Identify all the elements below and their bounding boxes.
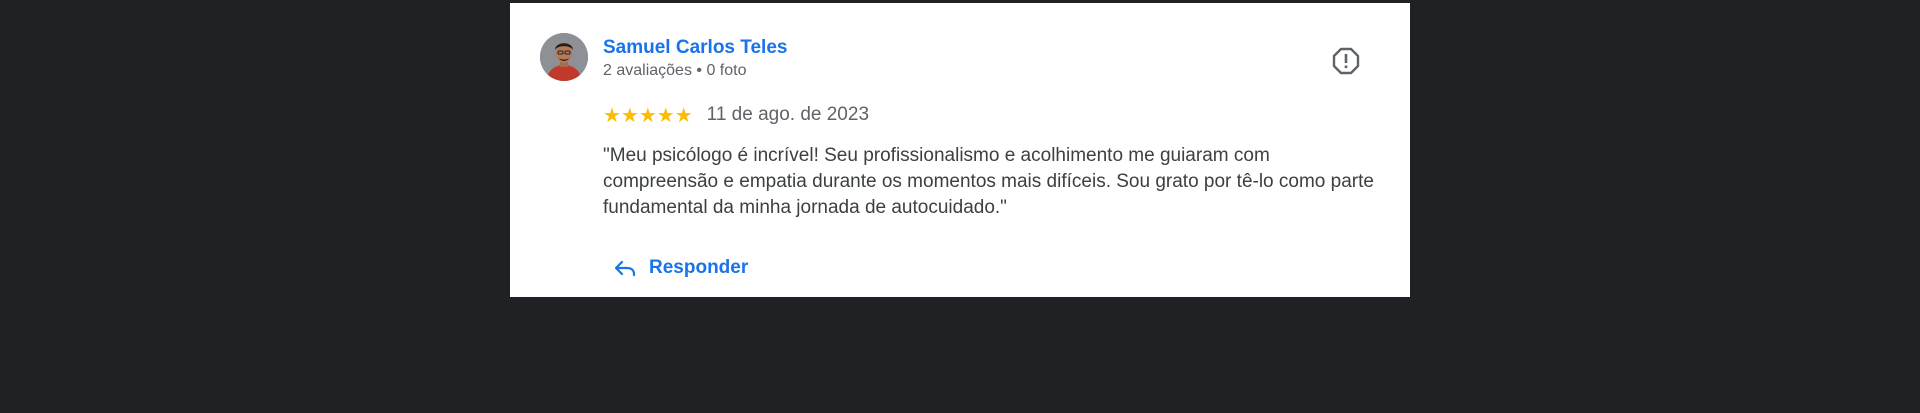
review-text: "Meu psicólogo é incrível! Seu profissio… [603,145,1374,218]
reviewer-name[interactable]: Samuel Carlos Teles [603,37,787,59]
reply-label: Responder [649,257,749,278]
rating-row: ★★★★★ 11 de ago. de 2023 [603,103,869,127]
avatar-image [540,33,588,81]
star-rating: ★★★★★ [603,103,693,127]
reviewer-avatar[interactable] [540,33,588,81]
report-flag-icon[interactable] [1332,47,1360,75]
reviewer-meta: 2 avaliações • 0 foto [603,62,747,79]
reply-button[interactable]: Responder [613,253,748,283]
review-card: Samuel Carlos Teles 2 avaliações • 0 fot… [510,3,1410,297]
reply-arrow-icon [614,260,636,277]
review-date: 11 de ago. de 2023 [706,104,870,125]
